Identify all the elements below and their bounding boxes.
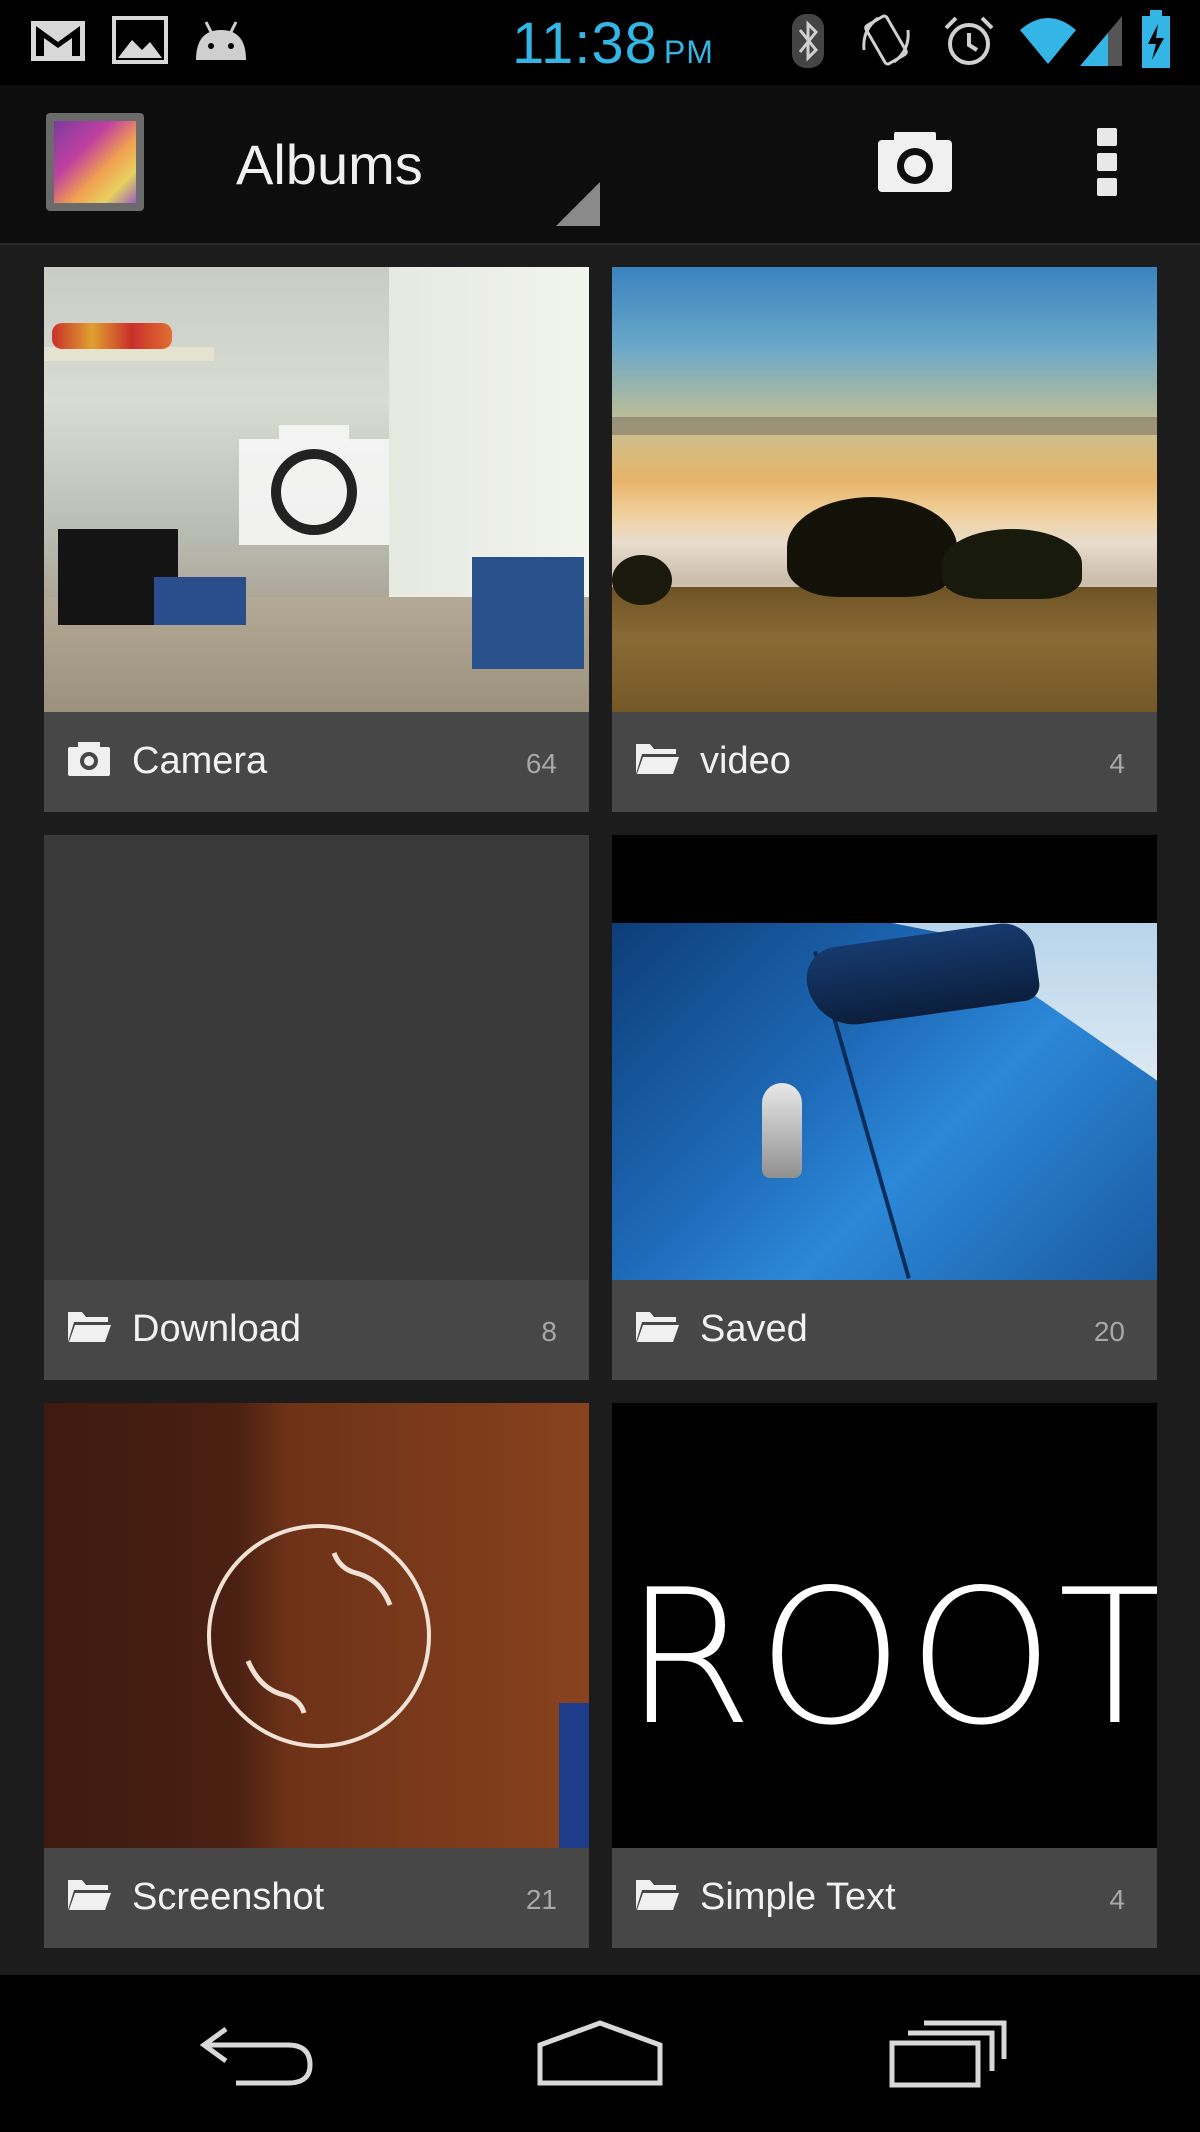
album-thumbnail (44, 267, 589, 712)
battery-icon (1142, 10, 1170, 68)
alarm-icon (944, 16, 994, 65)
album-simple-text[interactable]: ROOT Simple Text 4 (612, 1403, 1157, 1948)
album-caption: Camera 64 (44, 712, 589, 812)
album-name: Saved (700, 1308, 808, 1350)
album-name: Download (132, 1308, 301, 1350)
camera-icon (68, 742, 110, 776)
album-video[interactable]: video 4 (612, 267, 1157, 812)
album-count: 21 (525, 1884, 557, 1915)
album-count: 4 (1109, 1884, 1125, 1915)
folder-icon (636, 1880, 679, 1910)
album-thumbnail (612, 267, 1157, 712)
signal-icon (1080, 16, 1122, 66)
album-caption: Download 8 (44, 1280, 589, 1380)
home-icon[interactable] (536, 2019, 664, 2089)
album-name: Screenshot (132, 1876, 325, 1918)
album-count: 64 (525, 748, 557, 779)
bluetooth-icon (792, 14, 824, 68)
album-grid: Camera 64 video 4 Download 8 Saved 20 Sc… (0, 245, 1200, 1975)
album-screenshot[interactable]: Screenshot 21 (44, 1403, 589, 1948)
camera-icon[interactable] (876, 130, 954, 194)
camera-album-overlay-icon (239, 425, 389, 545)
folder-icon (68, 1312, 111, 1342)
album-count: 8 (541, 1316, 557, 1347)
album-caption: video 4 (612, 712, 1157, 812)
album-name: video (700, 740, 791, 782)
screenshot-album-overlay-icon (207, 1524, 431, 1748)
album-name: Simple Text (700, 1876, 896, 1918)
album-saved[interactable]: Saved 20 (612, 835, 1157, 1380)
rotation-icon (862, 14, 910, 66)
gallery-notification-icon (112, 16, 168, 64)
album-thumbnail (44, 835, 589, 1280)
status-bar: 11:38 PM (0, 0, 1200, 85)
album-caption: Saved 20 (612, 1280, 1157, 1380)
navigation-bar (0, 1975, 1200, 2132)
action-bar: Albums (0, 85, 1200, 245)
wifi-icon (1020, 18, 1076, 64)
album-camera[interactable]: Camera 64 (44, 267, 589, 812)
folder-icon (68, 1880, 111, 1910)
spinner-caret-icon[interactable] (556, 182, 600, 226)
album-thumbnail (44, 1403, 589, 1848)
folder-icon (636, 744, 679, 774)
albums-spinner-title[interactable]: Albums (236, 132, 423, 197)
folder-icon (636, 1312, 679, 1342)
album-count: 20 (1093, 1316, 1125, 1347)
album-thumbnail: ROOT (612, 1403, 1157, 1848)
album-thumbnail (612, 835, 1157, 1280)
album-caption: Simple Text 4 (612, 1848, 1157, 1948)
album-download[interactable]: Download 8 (44, 835, 589, 1380)
gmail-icon (31, 21, 85, 61)
root-thumbnail-text: ROOT (624, 1549, 1157, 1766)
overflow-menu-icon[interactable] (1090, 128, 1124, 200)
recents-icon[interactable] (888, 2019, 1008, 2089)
back-icon[interactable] (196, 2019, 316, 2089)
android-debug-icon (196, 21, 246, 60)
album-caption: Screenshot 21 (44, 1848, 589, 1948)
clock: 11:38 PM (512, 11, 714, 76)
album-count: 4 (1109, 748, 1125, 779)
album-name: Camera (132, 740, 268, 782)
gallery-app-icon[interactable] (46, 113, 144, 211)
